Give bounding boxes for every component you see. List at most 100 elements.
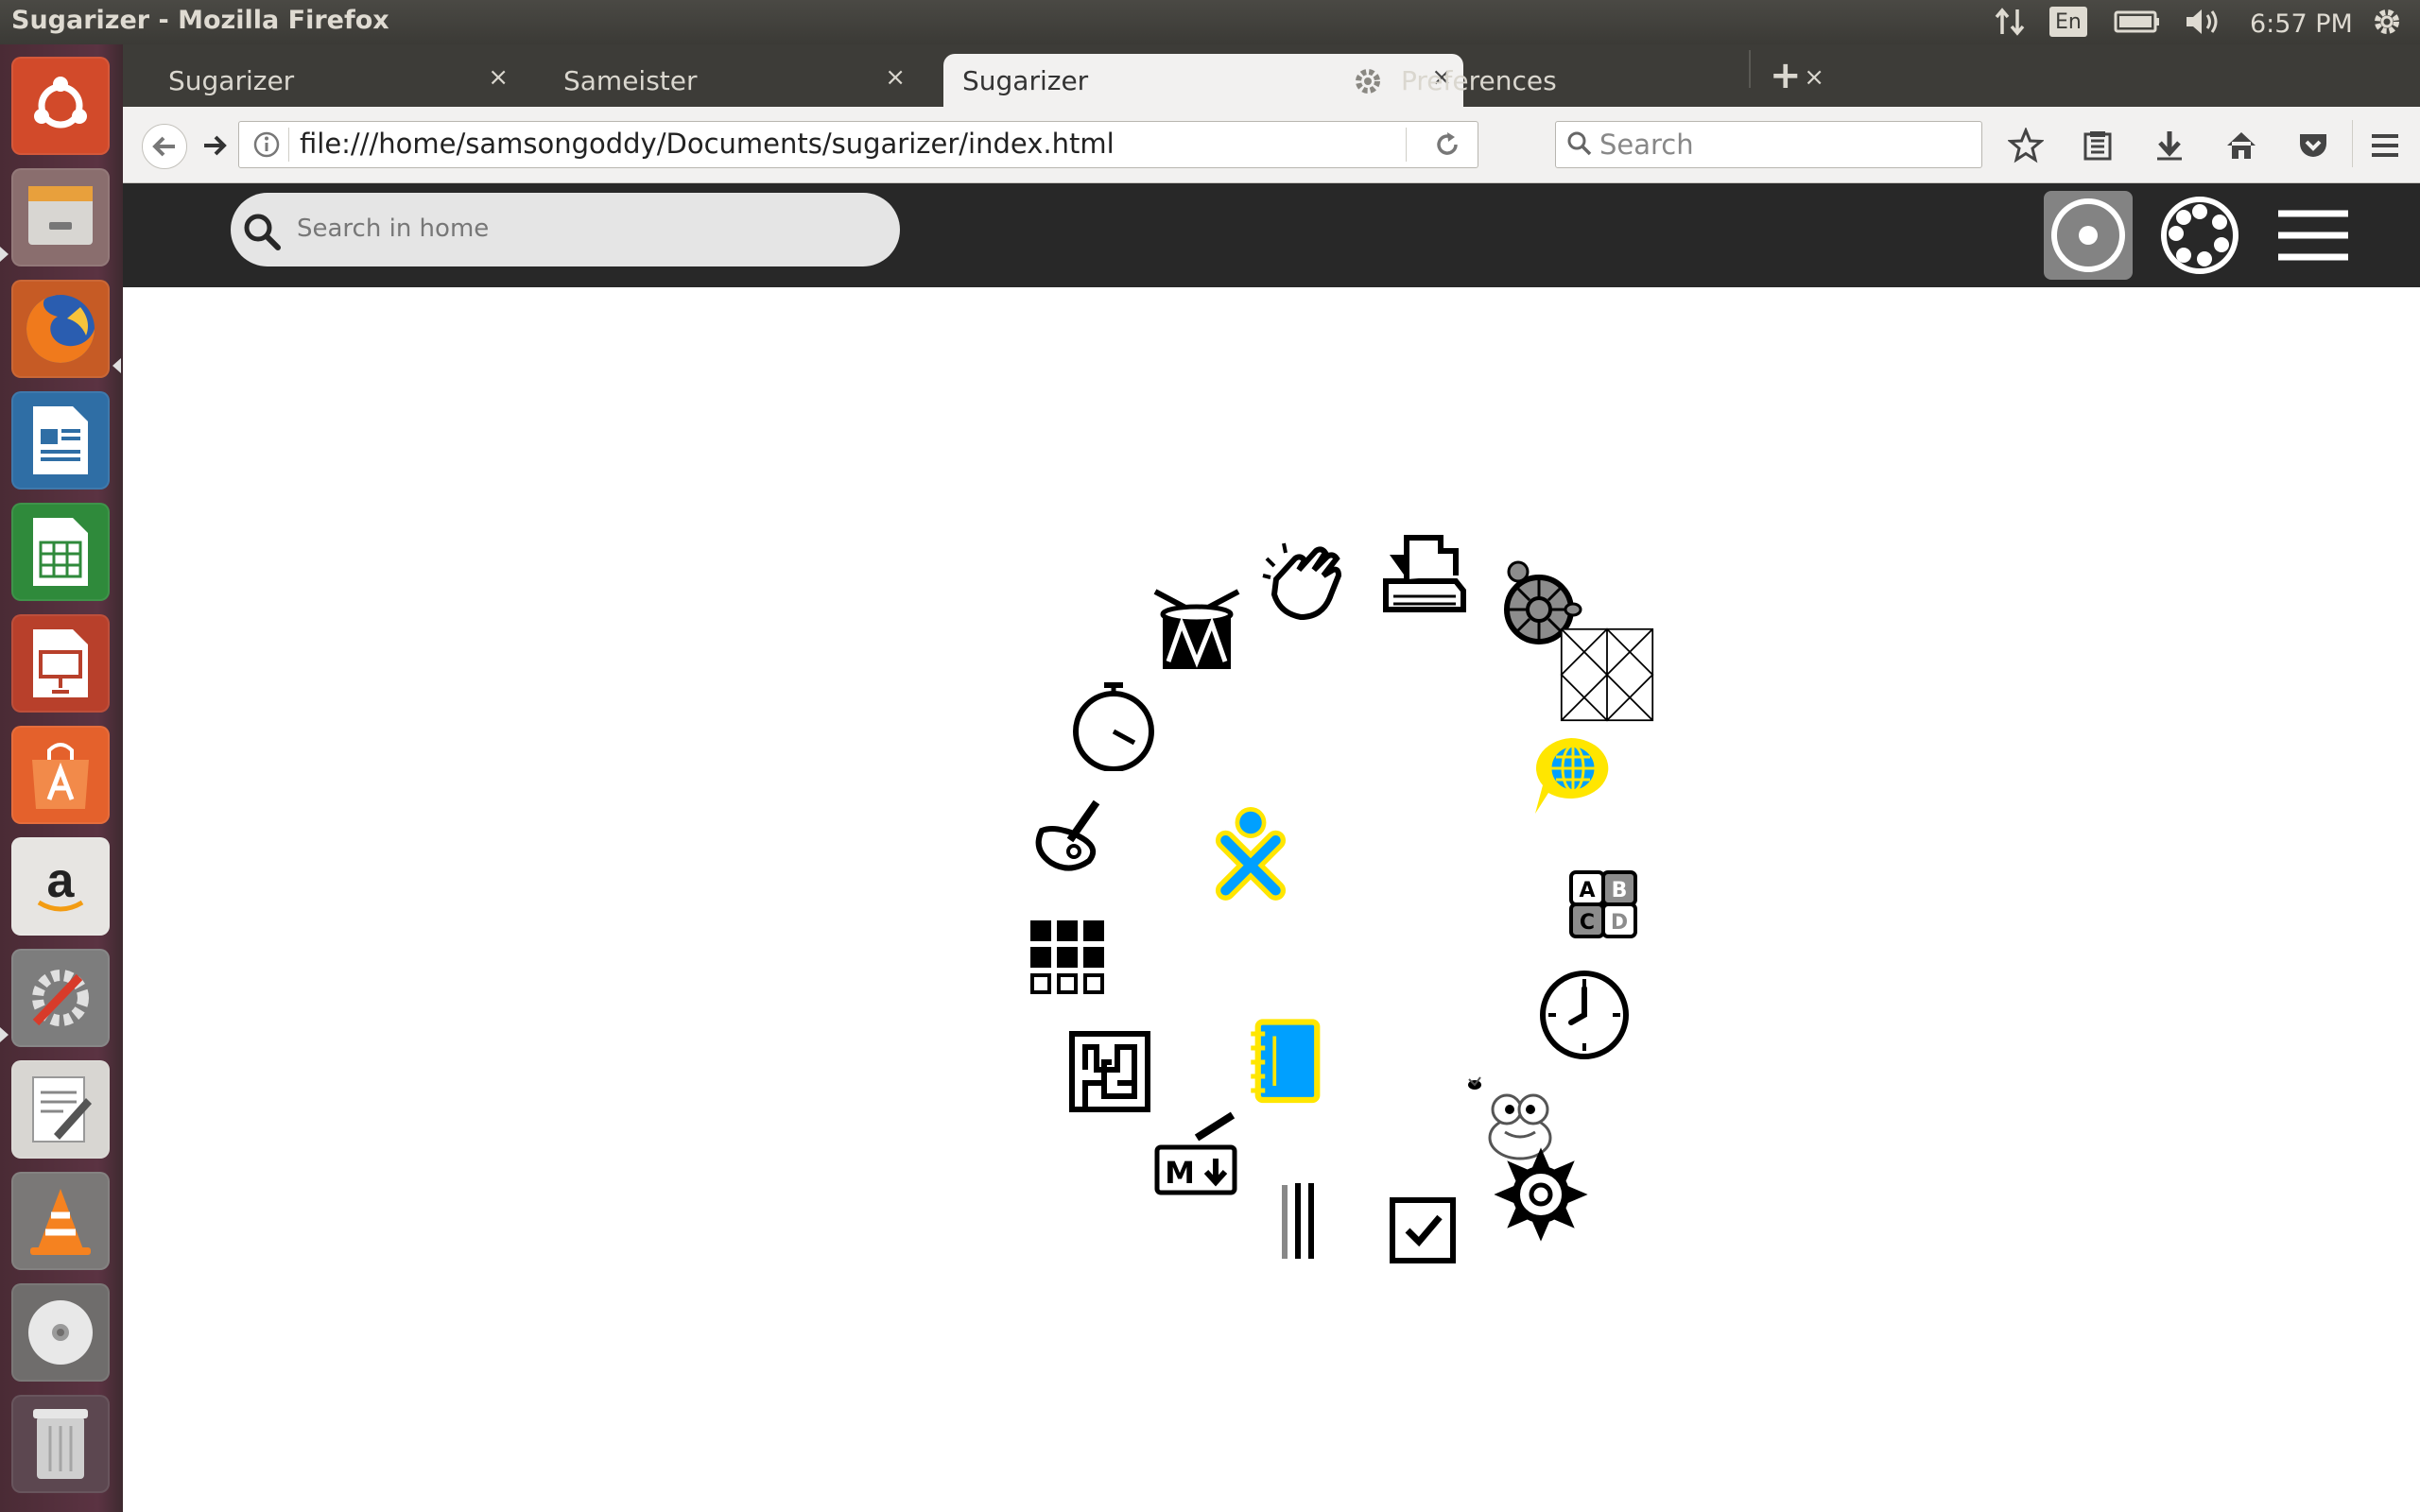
url-bar[interactable]: file:///home/samsongoddy/Documents/sugar… (238, 121, 1478, 168)
tab-label: Sugarizer (962, 65, 1089, 96)
radial-view-button[interactable] (2155, 191, 2244, 280)
volume-icon[interactable] (2184, 5, 2225, 39)
launcher-files[interactable] (11, 168, 110, 266)
journal-icon[interactable] (1240, 1015, 1321, 1104)
launcher-amazon[interactable]: a (11, 837, 110, 936)
settings-activity-icon[interactable] (1494, 1147, 1588, 1242)
amazon-logo-icon: a (37, 853, 84, 912)
arrow-right-icon (204, 135, 227, 156)
home-search-input[interactable]: Search in home (231, 193, 900, 266)
list-lines-icon (2278, 210, 2348, 261)
gear-icon[interactable] (2369, 5, 2405, 39)
list-view-button[interactable] (2269, 191, 2358, 280)
launcher-software-center[interactable] (11, 726, 110, 824)
home-search-placeholder: Search in home (297, 215, 490, 243)
svg-text:D: D (1611, 911, 1628, 935)
svg-text:C: C (1580, 911, 1595, 935)
stopwatch-activity-icon[interactable] (1066, 677, 1161, 771)
tab-label: Sugarizer (168, 65, 295, 96)
favorites-view-button[interactable] (2044, 191, 2133, 280)
tangram-activity-icon[interactable] (1560, 627, 1666, 733)
tab-sameister[interactable]: Sameister × (529, 54, 917, 107)
bookmarks-list-icon[interactable] (2076, 124, 2119, 167)
svg-text:a: a (47, 853, 76, 908)
reload-icon[interactable] (1432, 129, 1462, 163)
launcher-impress[interactable] (11, 614, 110, 713)
clap-activity-icon[interactable] (1257, 538, 1352, 632)
network-icon[interactable] (1993, 5, 2027, 39)
impress-presentation-icon (33, 629, 88, 697)
abecedarium-activity-icon[interactable]: ABCD (1552, 861, 1647, 955)
clock-text[interactable]: 6:57 PM (2250, 7, 2353, 41)
firefox-icon (26, 295, 95, 363)
launcher-trash[interactable] (11, 1395, 110, 1493)
browser-search-field[interactable]: Search (1555, 121, 1982, 168)
launcher-firefox[interactable] (11, 280, 110, 378)
browser-tab-strip: Sugarizer × Sameister × Sugarizer × Pref… (123, 44, 2420, 107)
writer-document-icon (33, 406, 88, 474)
launcher-running-indicator (0, 247, 9, 262)
pocket-icon[interactable] (2291, 124, 2335, 167)
vlc-cone-icon (30, 1189, 91, 1255)
paint-activity-icon[interactable] (1023, 793, 1117, 887)
ubuntu-logo-icon (34, 77, 87, 129)
svg-text:B: B (1612, 879, 1628, 902)
bookmark-star-icon[interactable] (2004, 124, 2048, 167)
battery-icon[interactable] (2114, 5, 2161, 39)
clock-activity-icon[interactable] (1537, 968, 1632, 1062)
gear-icon (1352, 65, 1384, 104)
launcher-dash-home[interactable] (11, 57, 110, 155)
markdown-activity-icon[interactable]: M (1150, 1109, 1244, 1204)
search-icon (1565, 129, 1594, 162)
forward-button[interactable] (193, 124, 236, 167)
launcher-text-editor[interactable] (11, 1060, 110, 1159)
favorites-ring-icon (2051, 198, 2125, 272)
browser-navigation-bar: file:///home/samsongoddy/Documents/sugar… (123, 107, 2420, 183)
tab-close-button[interactable]: × (488, 63, 509, 92)
new-tab-button[interactable]: + (1770, 54, 1802, 97)
tally-activity-icon[interactable] (1256, 1174, 1351, 1268)
tab-close-button[interactable]: × (885, 63, 906, 92)
sugarizer-toolbar: Search in home (123, 183, 2420, 287)
launcher-dvd[interactable] (11, 1283, 110, 1382)
checklist-activity-icon[interactable] (1375, 1183, 1470, 1278)
trash-icon (33, 1409, 88, 1479)
disc-icon (28, 1300, 93, 1365)
radial-ring-icon (2161, 197, 2238, 274)
hamburger-menu-icon[interactable] (2363, 124, 2407, 167)
calc-spreadsheet-icon (33, 518, 88, 586)
tab-close-button[interactable]: × (1804, 63, 1824, 92)
url-text[interactable]: file:///home/samsongoddy/Documents/sugar… (300, 128, 1115, 160)
launcher-vlc[interactable] (11, 1172, 110, 1270)
grid-activity-icon[interactable] (1021, 911, 1115, 1005)
launcher-calc[interactable] (11, 503, 110, 601)
tab-preferences[interactable]: Preferences × (1352, 54, 1881, 107)
download-icon[interactable] (2148, 124, 2191, 167)
info-icon[interactable] (252, 130, 281, 163)
search-placeholder: Search (1599, 129, 1694, 161)
back-button[interactable] (142, 124, 187, 169)
unity-launcher: a (0, 44, 123, 1512)
journal-files-activity-icon[interactable] (1378, 528, 1473, 623)
text-editor-icon (32, 1076, 92, 1143)
chat-activity-icon[interactable] (1524, 729, 1618, 823)
home-icon[interactable] (2220, 124, 2263, 167)
search-icon (240, 210, 284, 257)
divider (2352, 120, 2353, 167)
launcher-writer[interactable] (11, 391, 110, 490)
launcher-system-settings[interactable] (11, 949, 110, 1047)
language-indicator[interactable]: En (2049, 7, 2087, 37)
drum-activity-icon[interactable] (1150, 582, 1244, 677)
svg-text:M: M (1165, 1155, 1195, 1191)
home-view: ABCD M (123, 287, 2420, 1512)
shopping-bag-icon (32, 743, 89, 809)
svg-text:A: A (1579, 879, 1595, 902)
window-title: Sugarizer - Mozilla Firefox (11, 6, 389, 35)
labyrinth-activity-icon[interactable] (1063, 1024, 1157, 1119)
file-cabinet-icon (28, 186, 93, 245)
xo-owner-icon[interactable] (1203, 807, 1345, 968)
tab-sugarizer-1[interactable]: Sugarizer × (132, 54, 520, 107)
settings-wrench-icon (32, 970, 89, 1026)
tab-label: Preferences (1401, 65, 1557, 96)
tab-label: Sameister (563, 65, 698, 96)
